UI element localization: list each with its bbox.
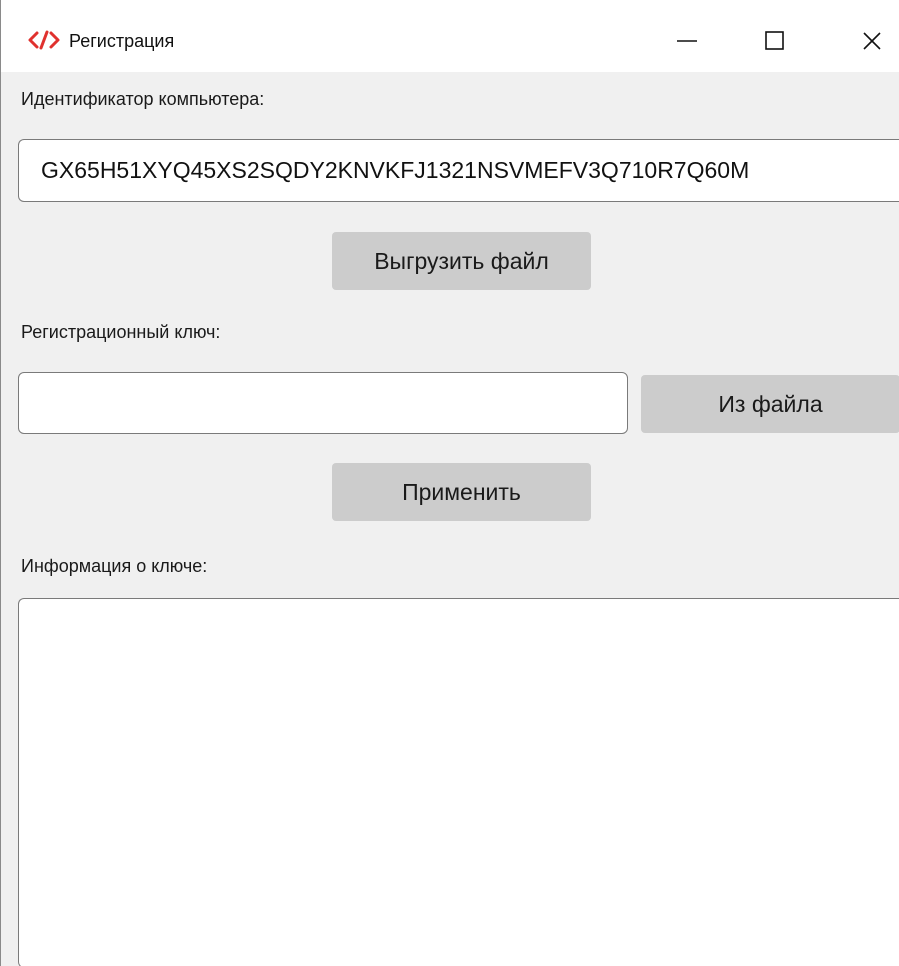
maximize-icon [764,30,786,52]
minimize-button[interactable] [657,14,717,68]
minimize-icon [676,30,698,52]
code-brackets-icon [27,30,61,50]
registration-key-label: Регистрационный ключ: [21,322,221,342]
registration-window: Регистрация Идентификатор компьютера: GX… [0,0,899,966]
computer-id-label: Идентификатор компьютера: [21,89,265,109]
computer-id-field[interactable]: GX65H51XYQ45XS2SQDY2KNVKFJ1321NSVMEFV3Q7… [18,139,899,202]
close-icon [861,30,883,52]
from-file-button[interactable]: Из файла [641,375,899,433]
registration-key-input[interactable] [18,372,628,434]
window-title: Регистрация [69,31,175,51]
title-bar[interactable]: Регистрация [1,0,899,72]
key-info-textarea[interactable] [18,598,899,966]
apply-button[interactable]: Применить [332,463,591,521]
close-button[interactable] [842,14,899,68]
export-file-button[interactable]: Выгрузить файл [332,232,591,290]
key-info-label: Информация о ключе: [21,556,208,576]
maximize-button[interactable] [745,14,805,68]
